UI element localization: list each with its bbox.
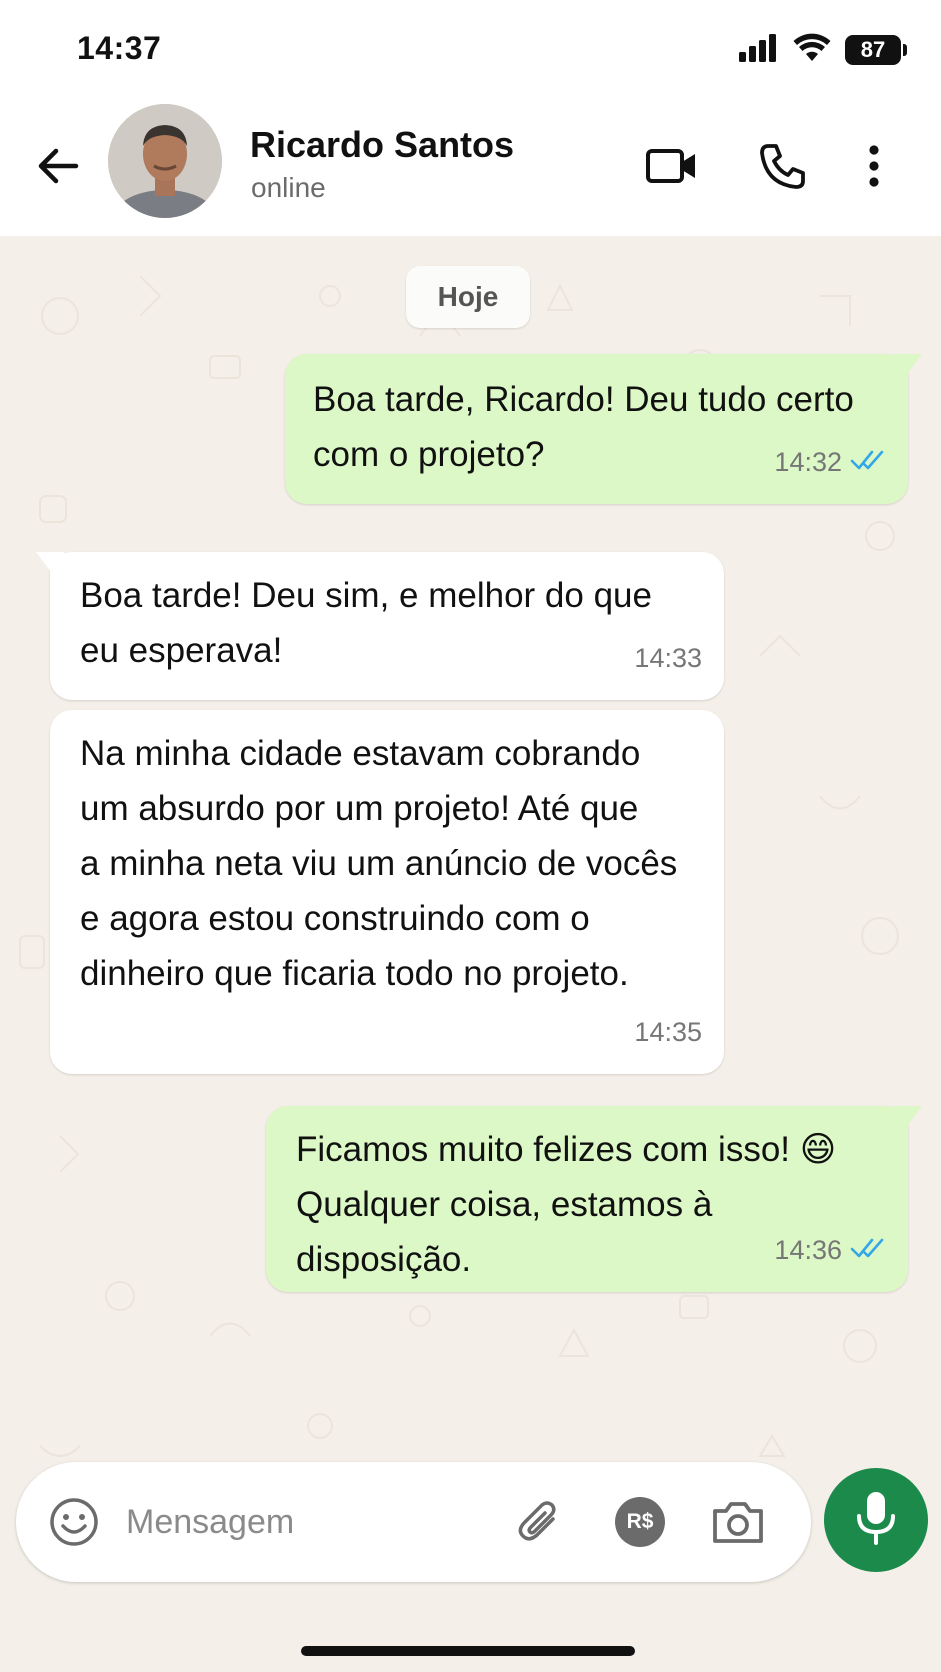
- message-time: 14:33: [634, 643, 702, 673]
- message-text: Boa tarde! Deu sim, e melhor do que eu e…: [80, 576, 652, 670]
- payment-icon[interactable]: R$: [610, 1492, 670, 1552]
- video-call-icon[interactable]: [642, 138, 702, 194]
- message-input[interactable]: [126, 1490, 486, 1554]
- message-meta: 14:33: [634, 631, 702, 686]
- double-check-icon: [850, 435, 886, 490]
- message-time: 14:35: [634, 1017, 702, 1047]
- status-icons: 87: [739, 32, 907, 68]
- attach-icon[interactable]: [510, 1492, 570, 1552]
- message-time: 14:32: [774, 447, 842, 477]
- home-indicator: [301, 1646, 635, 1656]
- message-meta: 14:35: [634, 1005, 702, 1060]
- message-time: 14:36: [774, 1235, 842, 1265]
- camera-icon[interactable]: [708, 1492, 768, 1552]
- message-bubble-incoming[interactable]: Boa tarde! Deu sim, e melhor do que eu e…: [36, 552, 724, 700]
- status-time: 14:37: [77, 30, 162, 66]
- status-bar: 14:37 87: [0, 0, 941, 100]
- bubble-tail: [894, 1106, 922, 1130]
- battery-icon: 87: [845, 35, 907, 65]
- contact-status: online: [251, 172, 326, 203]
- message-meta: 14:36: [774, 1223, 886, 1278]
- wifi-icon: [793, 33, 831, 68]
- mic-button[interactable]: [824, 1468, 928, 1572]
- date-chip: Hoje: [406, 266, 530, 328]
- message-composer: R$: [16, 1462, 811, 1582]
- message-text: Na minha cidade estavam cobrando um absu…: [80, 734, 678, 993]
- contact-name[interactable]: Ricardo Santos: [250, 124, 514, 166]
- emoji-icon[interactable]: [44, 1492, 104, 1552]
- message-bubble-incoming[interactable]: Na minha cidade estavam cobrando um absu…: [50, 710, 724, 1074]
- message-meta: 14:32: [774, 435, 886, 490]
- bubble-tail: [894, 354, 922, 378]
- double-check-icon: [850, 1223, 886, 1278]
- back-arrow-icon[interactable]: [32, 140, 84, 192]
- payment-icon-label: R$: [615, 1497, 665, 1547]
- phone-icon[interactable]: [752, 138, 812, 194]
- chat-area[interactable]: Hoje Boa tarde, Ricardo! Deu tudo certo …: [0, 236, 941, 1672]
- signal-icon: [739, 33, 779, 67]
- more-options-icon[interactable]: [854, 138, 894, 194]
- message-bubble-outgoing[interactable]: Ficamos muito felizes com isso! 😄 Qualqu…: [266, 1106, 922, 1292]
- avatar[interactable]: [108, 104, 222, 218]
- message-bubble-outgoing[interactable]: Boa tarde, Ricardo! Deu tudo certo com o…: [285, 354, 922, 504]
- mic-icon: [854, 1490, 898, 1551]
- bubble-tail: [36, 552, 64, 576]
- chat-header: Ricardo Santos online: [0, 100, 941, 236]
